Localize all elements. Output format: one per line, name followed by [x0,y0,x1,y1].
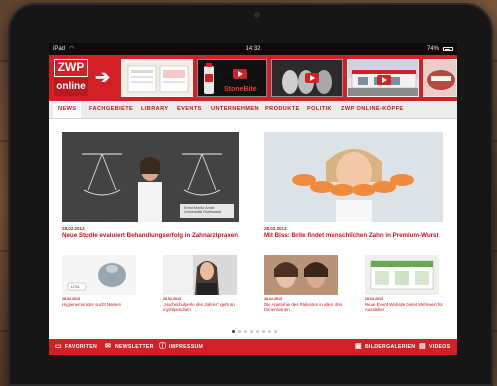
clock: 14:32 [245,46,261,52]
featured-title-2[interactable]: Mit Biss: Brite findet menschlichen Zahn… [264,232,439,239]
nav-fachgebiete[interactable]: FACHGEBIETE [89,101,133,118]
app-screen: iPad ◠ 14:32 74% ZWP online ➔ StoneBite … [49,43,457,355]
article-title-3[interactable]: Die Anatomie des Patienten in allen drei… [264,302,344,312]
page-dot-3[interactable] [244,330,247,333]
page-dot-5[interactable] [256,330,259,333]
page-dot-1[interactable] [232,330,235,333]
article-image-1[interactable]: LISA [62,255,136,295]
play-video-icon [377,75,391,85]
hygiene-monster-graphic-icon [62,255,136,295]
page-dot-7[interactable] [268,330,271,333]
stonebite-banner-label: StoneBite [224,86,257,93]
gallery-icon: ▣ [355,343,362,350]
newsletter-label: NEWSLETTER [115,344,154,350]
article-date-1: 28.02.2013 [62,297,80,301]
carousel-thumb-mouth[interactable] [423,59,457,97]
featured-date-1: 28.02.2013 [62,226,85,231]
mouth-graphic-icon [427,70,455,90]
article-image-4[interactable] [365,255,439,295]
carousel-thumb-stonebite[interactable]: StoneBite [197,59,267,97]
logo-online-text: online [54,78,88,96]
article-image-2[interactable] [163,255,237,295]
arrow-right-icon: ➔ [95,67,111,87]
bottom-toolbar: ▭ FAVORITEN ✉ NEWSLETTER ⓘ IMPRESSUM ▣ B… [49,339,457,355]
article-title-2[interactable]: „Hochschulperle des Jahres" geht an mySt… [163,302,243,312]
envelope-icon: ✉ [105,343,112,350]
lisa-label: LISA [71,284,80,289]
nav-events[interactable]: EVENTS [177,101,202,118]
nav-unternehmen[interactable]: UNTERNEHMEN [211,101,259,118]
app-header: ZWP online ➔ StoneBite [49,55,457,101]
logo-zwp-text: ZWP [54,59,88,77]
book-icon: ▭ [55,343,62,350]
nav-produkte[interactable]: PRODUKTE [265,101,300,118]
page-dot-4[interactable] [250,330,253,333]
page-dot-6[interactable] [262,330,265,333]
child-sausage-graphic-icon [264,132,443,222]
carousel-thumb-building[interactable] [347,59,419,97]
featured-date-2: 28.02.2013 [264,226,287,231]
woman-portrait-graphic-icon [163,255,237,295]
video-icon: ▤ [419,343,426,350]
battery-icon [443,47,453,51]
favoriten-label: FAVORITEN [65,344,97,350]
article-image-3[interactable] [264,255,338,295]
faces-graphic-icon [264,255,338,295]
battery-percentage: 74% [426,46,439,52]
newsletter-button[interactable]: ✉ NEWSLETTER [105,339,155,355]
videos-label: VIDEOS [429,344,451,350]
website-screens-graphic-icon [365,255,439,295]
zwp-online-logo[interactable]: ZWP online [54,59,88,96]
article-date-2: 28.02.2013 [163,297,181,301]
featured-title-1[interactable]: Neue Studie evaluiert Behandlungserfolg … [62,232,238,239]
page-dot-2[interactable] [238,330,241,333]
play-video-icon [233,69,247,79]
ios-status-bar: iPad ◠ 14:32 74% [49,43,457,55]
bildergalerien-label: BILDERGALERIEN [365,344,416,350]
article-title-1[interactable]: Hygienemonster sucht Namen [62,302,142,307]
article-date-3: 28.02.2013 [264,297,282,301]
carousel-thumb-document[interactable] [121,59,193,97]
impressum-label: IMPRESSUM [169,344,204,350]
article-title-4[interactable]: Neue Event-Website bietet Mehrwert für A… [365,302,445,312]
impressum-button[interactable]: ⓘ IMPRESSUM [159,339,209,355]
main-navigation: NEWS FACHGEBIETE LIBRARY EVENTS UNTERNEH… [49,101,457,119]
info-icon: ⓘ [159,343,167,350]
favoriten-button[interactable]: ▭ FAVORITEN [55,339,103,355]
university-caption: Ernst Moritz Arndt Universität Greifswal… [184,206,221,215]
nav-news[interactable]: NEWS [53,101,82,118]
videos-button[interactable]: ▤ VIDEOS [419,339,453,355]
front-camera [254,12,260,18]
nav-politik[interactable]: POLITIK [307,101,332,118]
featured-image-2[interactable] [264,132,443,222]
bildergalerien-button[interactable]: ▣ BILDERGALERIEN [355,339,415,355]
page-dot-8[interactable] [274,330,277,333]
document-graphic-icon [127,65,189,93]
article-date-4: 28.02.2013 [365,297,383,301]
nav-library[interactable]: LIBRARY [141,101,168,118]
featured-image-1[interactable]: Ernst Moritz Arndt Universität Greifswal… [62,132,239,222]
carousel-thumb-dental-xray[interactable] [271,59,343,97]
play-video-icon [305,73,319,83]
nav-zwp-online-koepfe[interactable]: ZWP ONLINE-KÖPFE [341,101,404,118]
